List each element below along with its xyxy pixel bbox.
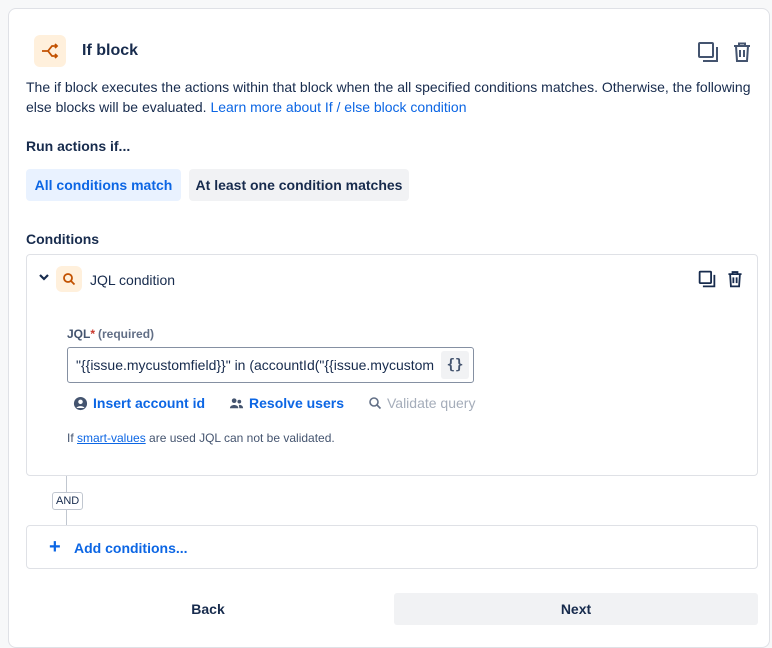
block-title: If block (82, 42, 139, 59)
people-icon (229, 397, 244, 408)
back-button[interactable]: Back (26, 593, 390, 625)
insert-account-id-button[interactable]: Insert account id (73, 395, 205, 411)
copy-icon[interactable] (695, 39, 721, 65)
add-conditions-label: Add conditions... (74, 540, 188, 556)
trash-icon[interactable] (725, 269, 745, 289)
plus-icon: + (49, 536, 61, 558)
jql-field-label: JQL* (required) (67, 327, 154, 341)
required-marker: * (90, 327, 96, 341)
at-least-one-condition-option[interactable]: At least one condition matches (189, 169, 409, 201)
connector-line (66, 476, 67, 492)
trash-icon[interactable] (729, 39, 755, 65)
branch-icon (34, 35, 66, 67)
resolve-users-label: Resolve users (249, 395, 344, 411)
if-block-panel: If block The if block executes the actio… (8, 8, 770, 648)
connector-line (66, 510, 67, 526)
block-description: The if block executes the actions within… (26, 77, 766, 117)
validate-query-button[interactable]: Validate query (368, 395, 475, 411)
smart-values-link[interactable]: smart-values (77, 431, 146, 445)
copy-icon[interactable] (697, 269, 717, 289)
search-icon (56, 266, 82, 292)
insert-account-id-label: Insert account id (93, 395, 206, 411)
chevron-down-icon[interactable] (36, 269, 52, 285)
search-icon (369, 397, 382, 410)
resolve-users-button[interactable]: Resolve users (229, 395, 344, 411)
next-button[interactable]: Next (394, 593, 758, 625)
jql-actions: Insert account id Resolve users Validate… (73, 393, 499, 413)
all-conditions-match-option[interactable]: All conditions match (26, 169, 181, 201)
and-operator-badge: AND (52, 492, 84, 510)
hint-suffix: are used JQL can not be validated. (149, 431, 335, 445)
jql-input[interactable]: "{{issue.mycustomfield}}" in (accountId(… (67, 347, 474, 383)
jql-input-value[interactable]: "{{issue.mycustomfield}}" in (accountId(… (76, 357, 434, 373)
add-conditions-button[interactable]: + Add conditions... (26, 525, 758, 569)
conditions-label: Conditions (26, 231, 100, 247)
validate-query-label: Validate query (386, 395, 476, 411)
smart-value-button[interactable]: {} (441, 351, 469, 379)
condition-title: JQL condition (90, 272, 176, 288)
smart-values-hint: If smart-values are used JQL can not be … (67, 431, 335, 445)
user-circle-icon (73, 396, 88, 410)
learn-more-link[interactable]: Learn more about If / else block conditi… (210, 99, 466, 115)
jql-condition-card: JQL condition JQL* (required) "{{issue.my… (26, 254, 758, 476)
jql-label-text: JQL (67, 327, 91, 341)
required-text: (required) (98, 327, 155, 341)
run-actions-label: Run actions if... (26, 138, 131, 154)
block-header: If block (34, 35, 755, 71)
hint-prefix: If (67, 431, 74, 445)
